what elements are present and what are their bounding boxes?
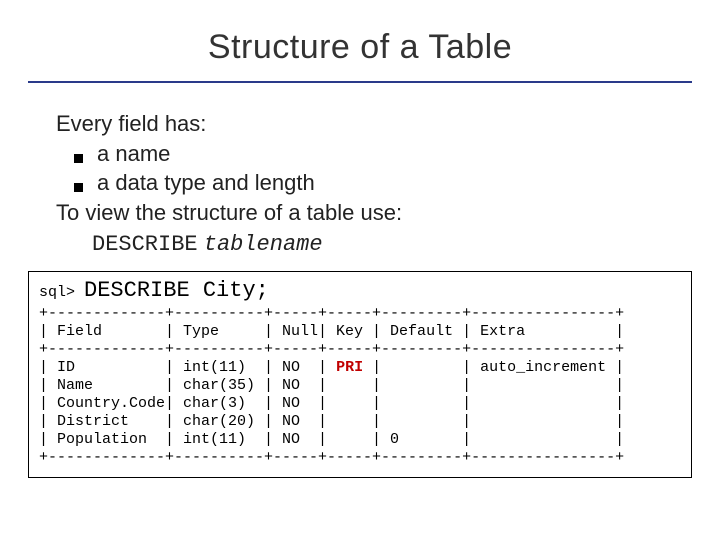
slide-title: Structure of a Table [28,28,692,75]
sql-prompt: sql> [39,284,75,301]
row-pri: PRI [336,359,363,376]
table-row: | Population | int(11) | NO | | 0 | | [39,431,624,448]
bullet-1-text: a name [97,139,170,169]
row-pre: | ID | int(11) | NO | [39,359,336,376]
sql-statement: DESCRIBE City; [84,278,269,303]
bullet-2: a data type and length [74,168,692,198]
command-keyword: DESCRIBE [92,232,198,257]
body-line-2: To view the structure of a table use: [56,198,692,228]
bullet-icon [74,183,83,192]
table-header: | Field | Type | Null| Key | Default | E… [39,323,624,340]
bullet-1: a name [74,139,692,169]
table-rule: +-------------+----------+-----+-----+--… [39,305,624,322]
table-row: | Country.Code| char(3) | NO | | | | [39,395,624,412]
body-line-1: Every field has: [56,109,692,139]
code-box: sql> DESCRIBE City; +-------------+-----… [28,271,692,477]
bullet-icon [74,154,83,163]
table-rule: +-------------+----------+-----+-----+--… [39,449,624,466]
slide: Structure of a Table Every field has: a … [0,0,720,540]
table-row: | Name | char(35) | NO | | | | [39,377,624,394]
title-underline [28,81,692,83]
table-rule: +-------------+----------+-----+-----+--… [39,341,624,358]
table-row: | ID | int(11) | NO | PRI | | auto_incre… [39,359,624,376]
bullet-2-text: a data type and length [97,168,315,198]
table-row: | District | char(20) | NO | | | | [39,413,624,430]
row-post: | | auto_increment | [363,359,624,376]
slide-body: Every field has: a name a data type and … [56,109,692,259]
command-line: DESCRIBE tablename [92,228,692,260]
command-arg: tablename [204,232,323,257]
